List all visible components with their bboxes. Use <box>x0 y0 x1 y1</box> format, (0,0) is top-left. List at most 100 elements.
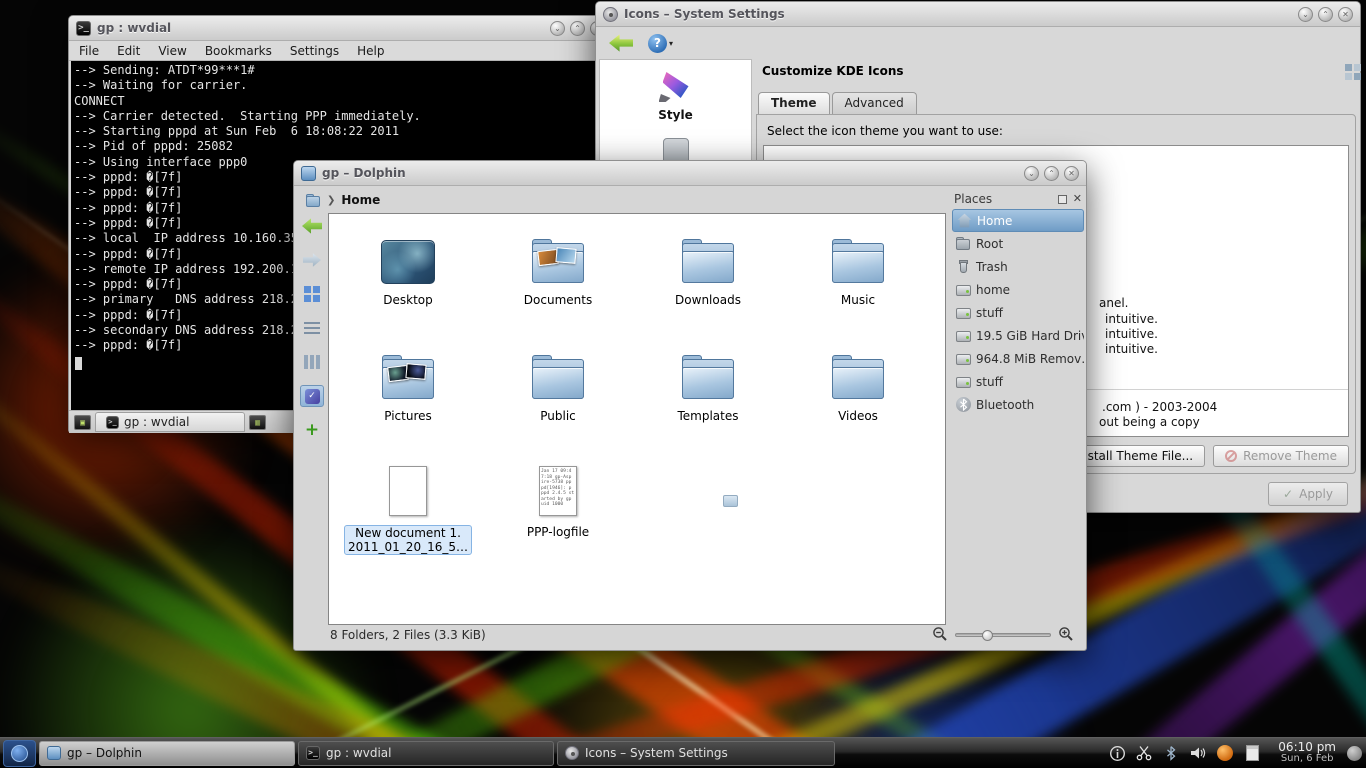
file-item-new-document[interactable]: New document 1. 2011_01_20_16_5… <box>333 454 483 570</box>
place-home[interactable]: Home <box>952 209 1084 232</box>
maximize-button[interactable]: ⌃ <box>570 21 585 36</box>
zoom-slider-handle[interactable] <box>982 630 993 641</box>
place-home-device[interactable]: home <box>952 278 1084 301</box>
theme-list-text-fragment: .com ) - 2003-2004 <box>1102 400 1217 414</box>
float-panel-button[interactable] <box>1058 195 1067 204</box>
taskbar-item-konsole[interactable]: >_ gp : wvdial <box>298 741 554 766</box>
trash-icon <box>956 259 971 274</box>
style-brush-icon <box>659 70 693 102</box>
back-arrow-icon <box>609 34 633 52</box>
apply-button[interactable]: ✓ Apply <box>1268 482 1348 506</box>
drag-ghost-icon <box>723 495 738 507</box>
item-label: Videos <box>838 409 878 423</box>
minimize-button[interactable]: ⌄ <box>550 21 565 36</box>
split-view-button[interactable]: + <box>300 419 324 441</box>
item-label: Desktop <box>383 293 433 307</box>
close-panel-button[interactable]: ✕ <box>1073 194 1082 204</box>
breadcrumb-home[interactable]: Home <box>341 193 380 207</box>
folder-item-public[interactable]: Public <box>483 338 633 454</box>
folder-icon <box>379 354 437 400</box>
menu-edit[interactable]: Edit <box>117 44 140 58</box>
place-stuff[interactable]: stuff <box>952 301 1084 324</box>
terminal-cursor <box>75 357 82 370</box>
place-stuff-2[interactable]: stuff <box>952 370 1084 393</box>
folder-item-videos[interactable]: Videos <box>783 338 933 454</box>
digital-clock[interactable]: 06:10 pm Sun, 6 Feb <box>1270 741 1344 765</box>
folder-icon <box>679 354 737 400</box>
item-label: Downloads <box>675 293 741 307</box>
root-folder-icon <box>956 236 971 251</box>
minimize-button[interactable]: ⌄ <box>1024 166 1039 181</box>
system-tray <box>1108 744 1267 762</box>
drive-icon <box>956 374 971 389</box>
minimize-button[interactable]: ⌄ <box>1298 7 1313 22</box>
tab-list-button[interactable]: ▥ <box>249 415 266 430</box>
drive-icon <box>956 305 971 320</box>
place-root[interactable]: Root <box>952 232 1084 255</box>
bluetooth-tray-icon[interactable] <box>1162 744 1180 762</box>
konsole-menubar: File Edit View Bookmarks Settings Help <box>69 41 612 61</box>
volume-icon[interactable] <box>1189 744 1207 762</box>
folder-item-templates[interactable]: Templates <box>633 338 783 454</box>
install-theme-label: Install Theme File... <box>1076 449 1193 463</box>
clipboard-notes-icon[interactable] <box>1243 744 1261 762</box>
place-bluetooth[interactable]: Bluetooth <box>952 393 1084 416</box>
zoom-slider[interactable] <box>955 633 1051 637</box>
place-label: 964.8 MiB Remov… <box>976 352 1084 366</box>
preview-toggle-button[interactable]: ✓ <box>300 385 324 407</box>
help-button[interactable]: ? ▾ <box>648 34 673 53</box>
folder-item-documents[interactable]: Documents <box>483 222 633 338</box>
item-label: PPP-logfile <box>527 525 589 539</box>
konsole-titlebar[interactable]: >_ gp : wvdial ⌄ ⌃ ✕ <box>69 16 612 41</box>
remove-theme-button[interactable]: Remove Theme <box>1213 445 1349 467</box>
updates-tray-icon[interactable] <box>1216 744 1234 762</box>
dolphin-titlebar[interactable]: gp – Dolphin ⌄ ⌃ ✕ <box>294 161 1086 186</box>
panel-cashew-button[interactable] <box>1347 746 1362 761</box>
zoom-in-button[interactable] <box>1058 626 1074 645</box>
system-settings-titlebar[interactable]: Icons – System Settings ⌄ ⌃ ✕ <box>596 2 1360 27</box>
tab-theme[interactable]: Theme <box>758 92 830 114</box>
theme-list-text-fragment: intuitive. <box>1105 312 1158 326</box>
forward-button[interactable] <box>300 249 324 271</box>
menu-file[interactable]: File <box>79 44 99 58</box>
menu-view[interactable]: View <box>158 44 186 58</box>
folder-item-music[interactable]: Music <box>783 222 933 338</box>
folder-view[interactable]: Desktop Documents Downloads Music <box>328 213 946 625</box>
klipper-scissors-icon[interactable] <box>1135 744 1153 762</box>
terminal-tab[interactable]: >_ gp : wvdial <box>95 412 245 432</box>
folder-item-pictures[interactable]: Pictures <box>333 338 483 454</box>
sidebar-item-label: Style <box>658 108 692 122</box>
compact-view-icon <box>304 322 320 324</box>
file-item-ppp-logfile[interactable]: Jan 17 09:4 7:18 gp-Asp ire-5738 pp pd[1… <box>483 454 633 570</box>
app-launcher-button[interactable] <box>3 740 36 767</box>
maximize-button[interactable]: ⌃ <box>1318 7 1333 22</box>
compact-view-button[interactable] <box>300 317 324 339</box>
bluetooth-icon <box>956 397 971 412</box>
folder-item-downloads[interactable]: Downloads <box>633 222 783 338</box>
menu-bookmarks[interactable]: Bookmarks <box>205 44 272 58</box>
back-button[interactable] <box>604 31 638 55</box>
close-button[interactable]: ✕ <box>1064 166 1079 181</box>
place-trash[interactable]: Trash <box>952 255 1084 278</box>
folder-item-desktop[interactable]: Desktop <box>333 222 483 338</box>
item-label: Music <box>841 293 875 307</box>
place-hard-drive[interactable]: 19.5 GiB Hard Drive <box>952 324 1084 347</box>
menu-help[interactable]: Help <box>357 44 384 58</box>
konsole-window-title: gp : wvdial <box>97 21 171 35</box>
zoom-out-button[interactable] <box>932 626 948 645</box>
sidebar-item-style[interactable]: Style <box>600 60 751 122</box>
maximize-button[interactable]: ⌃ <box>1044 166 1059 181</box>
place-removable[interactable]: 964.8 MiB Remov… <box>952 347 1084 370</box>
back-button[interactable] <box>300 215 324 237</box>
icons-view-button[interactable] <box>300 283 324 305</box>
menu-settings[interactable]: Settings <box>290 44 339 58</box>
details-view-button[interactable] <box>300 351 324 373</box>
note-icon <box>1246 745 1259 761</box>
taskbar-item-system-settings[interactable]: Icons – System Settings <box>557 741 835 766</box>
close-button[interactable]: ✕ <box>1338 7 1353 22</box>
new-tab-button[interactable]: ▣ <box>74 415 91 430</box>
tab-advanced[interactable]: Advanced <box>832 92 917 114</box>
notifications-icon[interactable] <box>1108 744 1126 762</box>
taskbar-item-dolphin[interactable]: gp – Dolphin <box>39 741 295 766</box>
dolphin-window-title: gp – Dolphin <box>322 166 406 180</box>
